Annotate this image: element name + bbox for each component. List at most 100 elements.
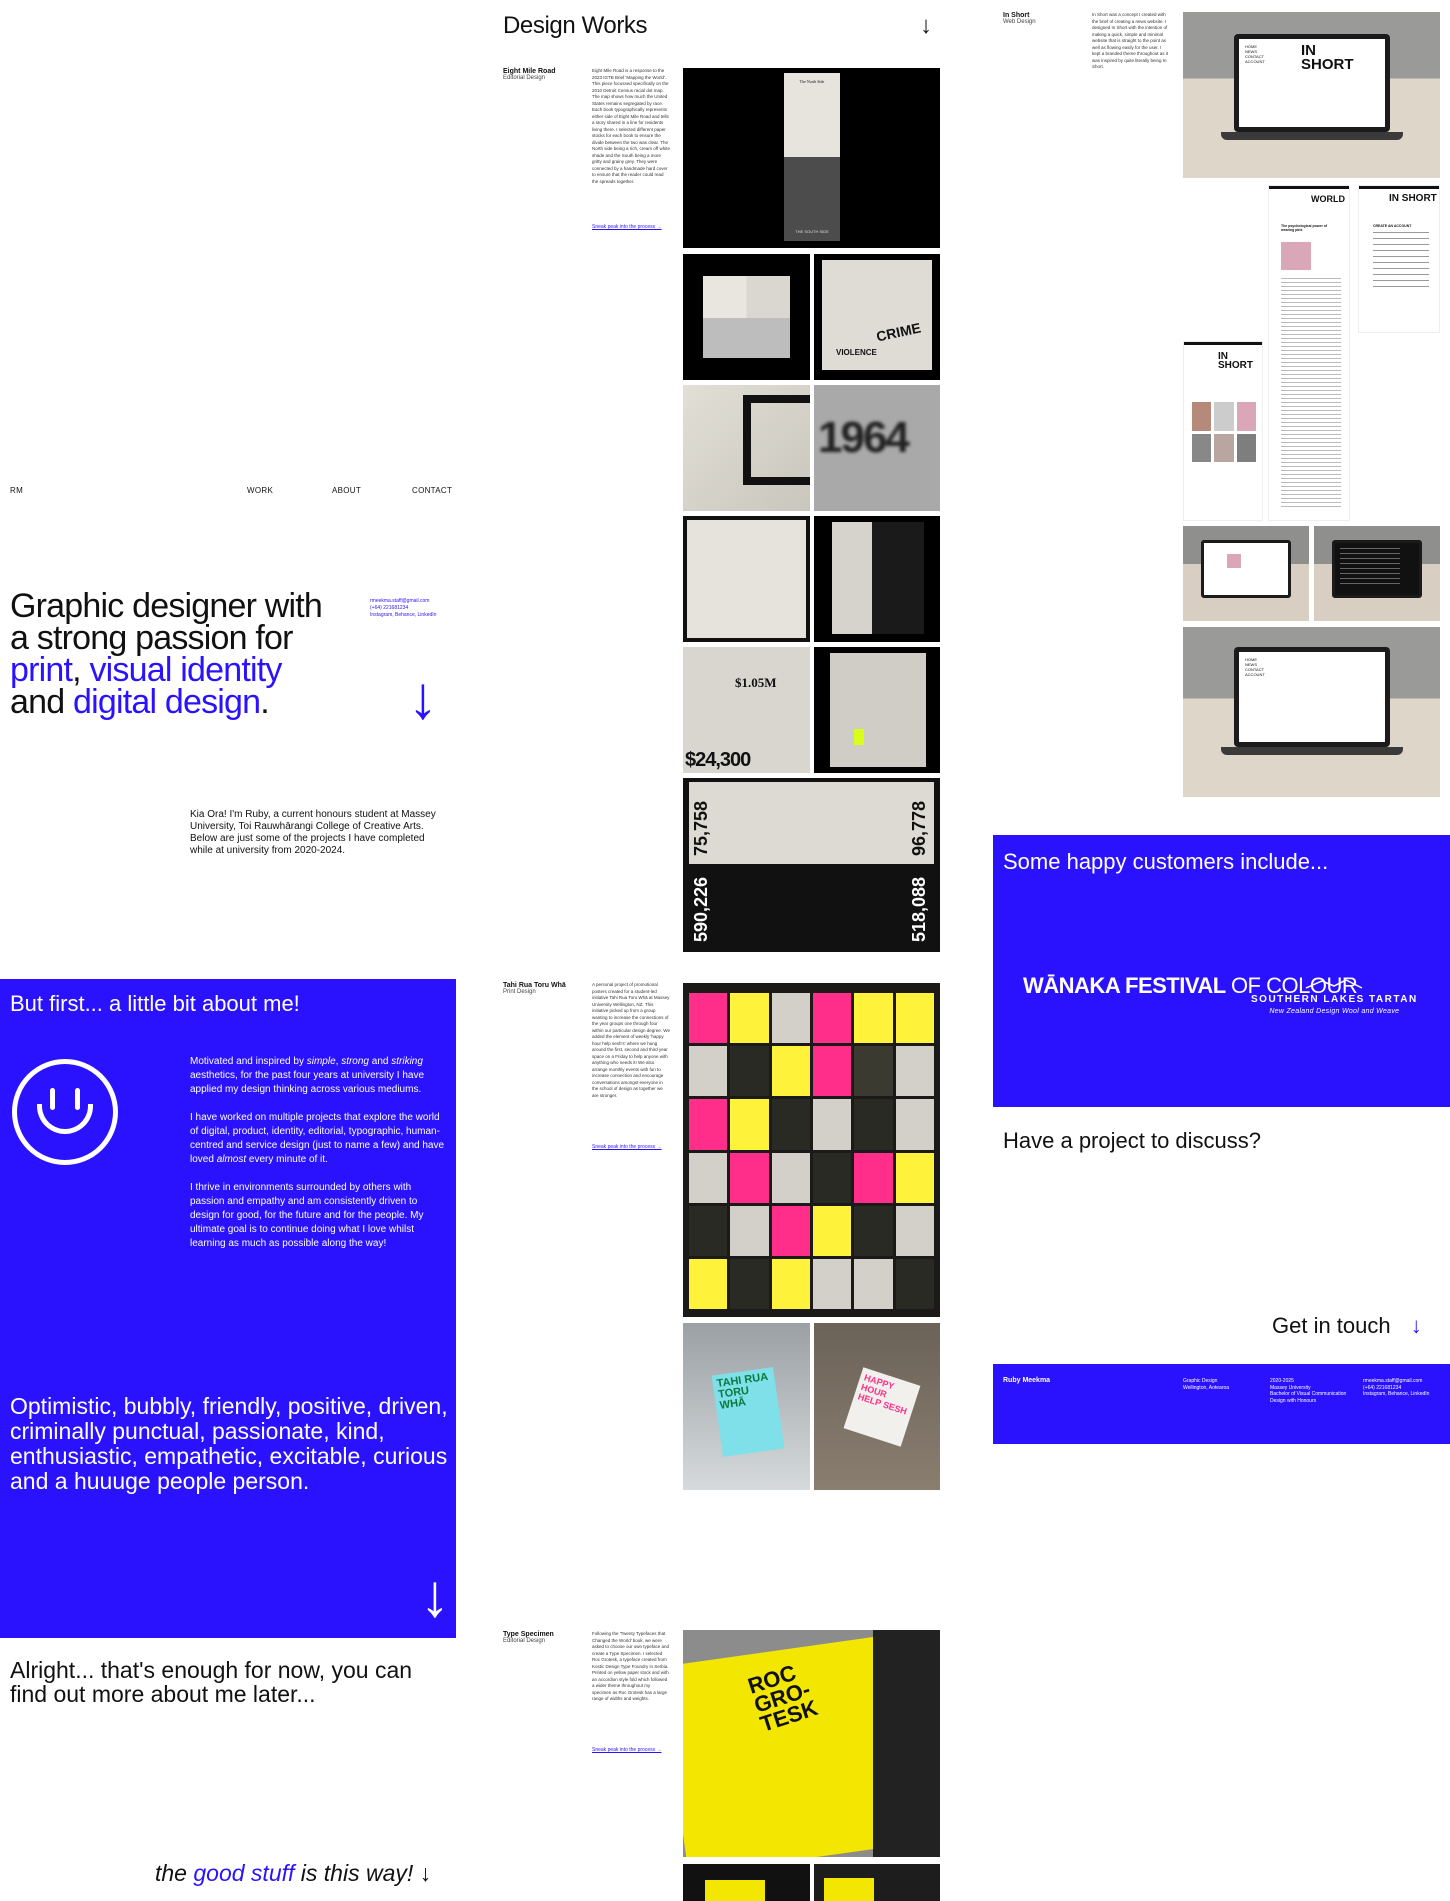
footer-education: 2020-2025 Massey University Bachelor of Vi… [1270,1378,1347,1404]
good-stuff-link[interactable]: the good stuff is this way! ↓ [155,1860,455,1887]
scroll-down-arrow-icon[interactable]: ↓ [408,668,438,728]
get-in-touch-link[interactable]: Get in touch ↓ [1272,1313,1422,1339]
inshort-logo: IN SHORT [1301,42,1354,73]
project-category: Editorial Design [503,1638,546,1644]
intro-text: Kia Ora! I'm Ruby, a current honours stu… [190,809,436,856]
about-para-3: I thrive in environments surrounded by o… [190,1182,424,1249]
project-category: Web Design [1003,19,1036,25]
more-later-text: Alright... that's enough for now, you ca… [10,1657,413,1707]
mock-menu-account: ACCOUNT [1245,59,1265,64]
hero-email-link[interactable]: rmeekma.staff@gmail.com [370,598,460,605]
mock-logo: IN SHORT [1218,351,1253,371]
poster-text: TAHI RUA TORU WHĀ [711,1367,785,1457]
mock-world-title: WORLD [1311,194,1345,204]
book-photo-2[interactable]: CRIME VIOLENCE [814,254,940,380]
southern-lakes-tartan-logo: SOUTHERN LAKES TARTAN New Zealand Design… [1251,978,1418,1015]
book-photo-4[interactable]: 1964 [814,385,940,511]
eight-mile-cover-image[interactable]: The North Side THE SOUTH SIDE [683,68,940,248]
about-para-1: Motivated and inspired by simple, strong… [190,1056,425,1095]
stat-2: 96,778 [909,800,929,856]
footer: Ruby Meekma Graphic Design Wellington, Ao… [993,1364,1450,1444]
traits-text: Optimistic, bubbly, friendly, positive, … [10,1393,448,1494]
book-photo-data-spread[interactable]: 75,758 96,778 590,226 518,088 [683,778,940,952]
project-category: Print Design [503,989,536,995]
hero-phone[interactable]: (+64) 221681234 [370,605,460,612]
smiley-icon [12,1059,118,1165]
type-specimen-image[interactable]: ROC GRO- TESK [683,1630,940,1857]
logo[interactable]: RM [10,486,23,495]
footer-role: Graphic Design Wellington, Aotearoa [1183,1378,1230,1391]
design-works-arrow-icon[interactable]: ↓ [920,12,932,40]
book-photo-3[interactable] [683,385,810,511]
sneak-peak-link[interactable]: Sneak peak into the process → [592,1144,662,1150]
hero-digital-design: digital design [72,683,261,721]
about-para-2: I have worked on multiple projects that … [190,1112,445,1165]
project-inshort-meta: In Short Web Design [1003,12,1083,25]
discuss-heading: Have a project to discuss? [1003,1128,1262,1153]
type-specimen-thumb-1[interactable] [683,1864,810,1901]
money-text: $1.05M [735,675,777,690]
inshort-laptop-4[interactable]: HOME NEWS CONTACT ACCOUNT [1183,627,1440,797]
book-photo-7[interactable]: $1.05M $24,300 [683,647,810,773]
project-type-meta: Type Specimen Editorial Design [503,1631,583,1644]
inshort-laptop-2[interactable] [1183,526,1309,621]
type-specimen-thumb-2[interactable] [814,1864,940,1901]
year-1964: 1964 [818,413,910,462]
cover-title: The North Side [784,73,840,157]
about-panel: But first... a little bit about me! Moti… [0,979,456,1638]
book-photo-8[interactable] [814,647,940,773]
project-name: Type Specimen [503,1631,554,1638]
about-arrow-icon[interactable]: ↓ [420,1566,450,1626]
nav-contact[interactable]: CONTACT [412,486,452,495]
customers-heading: Some happy customers include... [1003,849,1329,874]
money-text-2: $24,300 [685,749,751,771]
inshort-laptop-3[interactable] [1314,526,1440,621]
about-text: Motivated and inspired by simple, strong… [190,1055,445,1265]
book-photo-1[interactable] [683,254,810,380]
inshort-home-page: IN SHORT [1183,341,1263,521]
hero-line-1: Graphic designer with [10,587,323,625]
hero-and: and [10,683,65,721]
book-photo-5[interactable] [683,516,810,642]
violence-text: VIOLENCE [836,348,877,357]
project-name: Tahi Rua Toru Whā [503,982,566,989]
hero-line-2: a strong passion for [10,619,293,657]
inshort-article-page: WORLD The psychological power of wearing… [1268,185,1350,521]
happy-hour-text: HAPPY HOUR HELP SESH [843,1367,921,1447]
inshort-laptop-image[interactable]: HOME NEWS CONTACT ACCOUNT IN SHORT [1183,12,1440,178]
project-inshort-desc: In Short was a concept I created with th… [1092,12,1169,69]
project-name: Eight Mile Road [503,68,556,75]
project-eight-mile-desc: Eight Mile Road is a response to the 202… [592,68,670,184]
hero-headline: Graphic designer with a strong passion f… [10,587,380,721]
poster-ground-image[interactable]: HAPPY HOUR HELP SESH [814,1323,940,1490]
project-tahi-meta: Tahi Rua Toru Whā Print Design [503,982,583,995]
mock-article-title: The psychological power of wearing pink [1281,224,1328,232]
top-nav: RM WORK ABOUT CONTACT [10,486,452,500]
mock-create-account: CREATE AN ACCOUNT [1373,224,1412,228]
design-works-title: Design Works [503,12,648,39]
stat-4: 518,088 [909,876,929,942]
get-in-touch-arrow-icon: ↓ [1410,1313,1422,1338]
footer-name: Ruby Meekma [1003,1377,1051,1384]
about-heading: But first... a little bit about me! [10,991,300,1016]
project-eight-mile-meta: Eight Mile Road Editorial Design [503,68,583,81]
cover-south: THE SOUTH SIDE [784,157,840,241]
nav-work[interactable]: WORK [247,486,273,495]
stat-3: 590,226 [691,876,711,942]
book-photo-6[interactable] [814,516,940,642]
mock-logo: IN SHORT [1389,193,1437,204]
nav-about[interactable]: ABOUT [332,486,361,495]
project-name: In Short [1003,12,1030,19]
sneak-peak-link[interactable]: Sneak peak into the process → [592,1747,662,1753]
footer-contact[interactable]: rmeekma.staff@gmail.com (+64) 221681234 In… [1363,1378,1429,1398]
project-category: Editorial Design [503,75,546,81]
stat-1: 75,758 [691,800,711,856]
project-tahi-desc: A personal project of promotional poster… [592,982,670,1098]
sneak-peak-link[interactable]: Sneak peak into the process → [592,224,662,230]
mock-menu-account: ACCOUNT [1245,672,1265,677]
project-type-desc: Following the 'Twenty Typefaces that Cha… [592,1631,670,1701]
poster-car-image[interactable]: TAHI RUA TORU WHĀ [683,1323,810,1490]
inshort-account-page: IN SHORT CREATE AN ACCOUNT [1358,185,1440,333]
poster-wall-image[interactable] [683,983,940,1317]
hero-socials[interactable]: Instagram, Behance, LinkedIn [370,612,460,619]
